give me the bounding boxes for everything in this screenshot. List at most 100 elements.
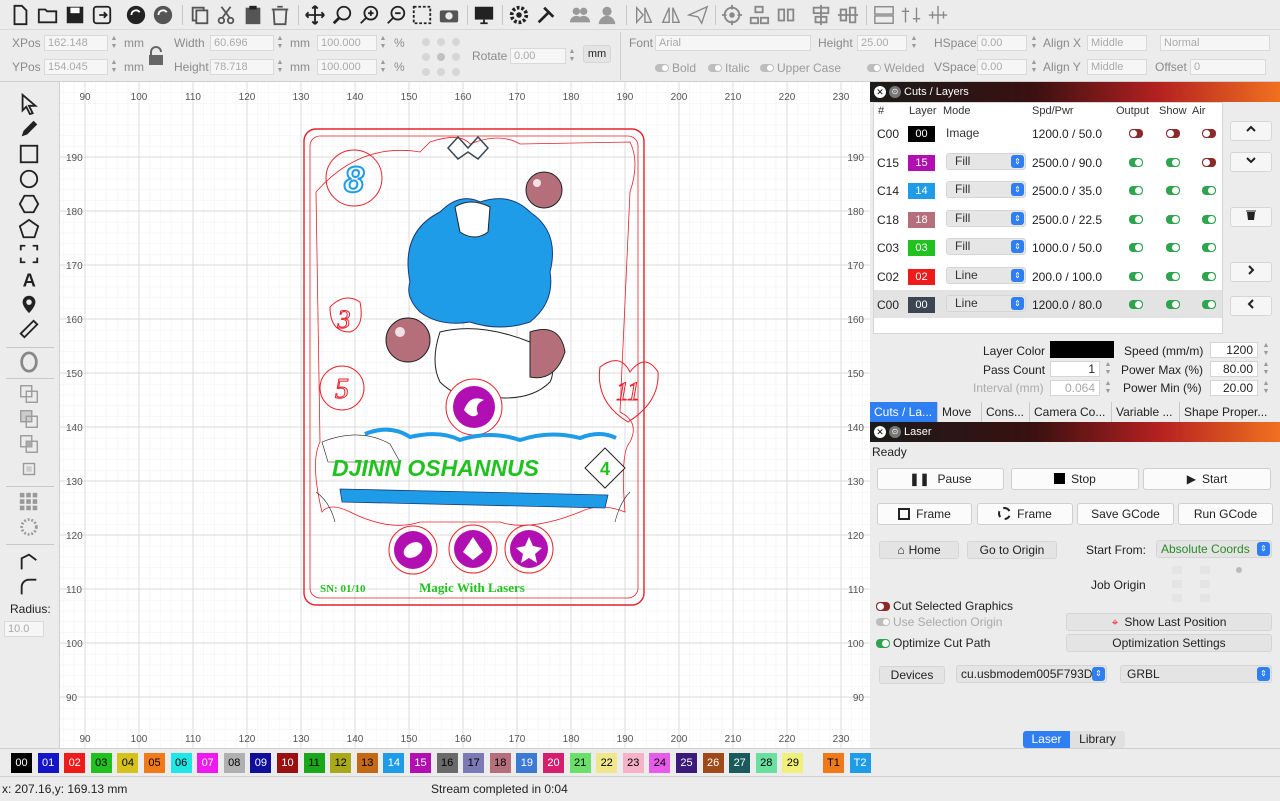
table-row[interactable]: C03 03 Fill ⇕ 1000.0 / 50.0 [874, 233, 1222, 261]
power-max-stepper[interactable]: ▲ ▼ [1262, 361, 1270, 377]
settings-icon[interactable] [507, 3, 531, 27]
optimization-settings-button[interactable]: Optimization Settings [1066, 634, 1272, 652]
font-select[interactable]: Arial [655, 35, 811, 51]
air-toggle[interactable] [1202, 129, 1216, 138]
power-max-field[interactable]: 80.00 [1210, 361, 1258, 377]
design-canvas[interactable]: 90 100 110 120 130 140 150 160 170 180 190 200 210 22… [60, 82, 870, 748]
output-toggle[interactable] [1129, 214, 1143, 224]
palette-swatch[interactable]: 04 [117, 753, 139, 773]
show-toggle[interactable] [1166, 214, 1180, 224]
power-min-stepper[interactable]: ▲ ▼ [1262, 380, 1270, 396]
hspace-stepper[interactable]: ▲ ▼ [1030, 35, 1038, 51]
table-row[interactable]: C00 00 Line ⇕ 1200.0 / 80.0 [874, 290, 1222, 318]
devices-button[interactable]: Devices [879, 666, 945, 684]
use-selection-origin-toggle[interactable]: Use Selection Origin [876, 615, 1002, 629]
lock-icon[interactable] [147, 46, 165, 66]
expand-button[interactable] [1230, 262, 1272, 282]
select-arrow-icon[interactable] [16, 92, 42, 116]
export-icon[interactable] [90, 3, 114, 27]
palette-swatch[interactable]: 27 [729, 753, 751, 773]
pause-button[interactable]: ❚❚ Pause [877, 468, 1004, 490]
ypos-field[interactable]: 154.045 [44, 59, 108, 75]
boolean-union-icon[interactable] [16, 382, 42, 406]
circle-arrow-icon[interactable] [124, 3, 148, 27]
zoom-in-icon[interactable] [357, 3, 381, 27]
output-toggle[interactable] [1129, 186, 1143, 195]
save-icon[interactable] [63, 3, 87, 27]
move-layer-up-button[interactable] [1230, 121, 1272, 141]
palette-swatch[interactable]: 08 [223, 753, 245, 773]
float-icon[interactable]: ⊙ [889, 426, 901, 438]
start-from-select[interactable]: Absolute Coords ⇕ [1156, 540, 1272, 558]
palette-swatch[interactable]: 07 [197, 753, 219, 773]
air-toggle[interactable] [1202, 243, 1216, 252]
user-icon[interactable] [595, 3, 619, 27]
target-icon[interactable] [720, 3, 744, 27]
collapse-button[interactable] [1230, 296, 1272, 316]
table-row[interactable]: C00 00 Image 1200.0 / 50.0 [874, 119, 1222, 147]
port-select[interactable]: cu.usbmodem005F793D ⇕ [956, 665, 1107, 683]
unit-toggle-button[interactable]: mm [583, 45, 611, 63]
palette-swatch[interactable]: 01 [37, 753, 59, 773]
layer-swatch[interactable]: 18 [908, 211, 935, 228]
start-button[interactable]: ▶ Start [1143, 468, 1271, 490]
frame-circle-button[interactable]: Frame [977, 503, 1073, 525]
show-toggle[interactable] [1166, 157, 1180, 167]
mirror-h-icon[interactable] [632, 3, 656, 27]
ellipse-tool-icon[interactable] [16, 167, 42, 191]
palette-swatch[interactable]: 17 [463, 753, 485, 773]
palette-swatch[interactable]: 28 [755, 753, 777, 773]
layer-swatch[interactable]: 00 [908, 297, 935, 313]
float-icon[interactable]: ⊙ [889, 86, 901, 98]
layer-mode-select[interactable]: Fill ⇕ [946, 152, 1026, 170]
offset-field[interactable]: 0 [1190, 59, 1266, 75]
layer-mode-select[interactable]: Image [946, 126, 1026, 143]
close-icon[interactable]: ✕ [874, 426, 886, 438]
distribute-icon[interactable] [774, 3, 798, 27]
boolean-intersect-icon[interactable] [16, 432, 42, 456]
palette-swatch[interactable]: 24 [649, 753, 671, 773]
layer-mode-select[interactable]: Line ⇕ [946, 295, 1026, 312]
width-stepper[interactable]: ▲ ▼ [276, 35, 284, 51]
interval-field[interactable]: 0.064 [1050, 380, 1100, 396]
air-toggle[interactable] [1202, 300, 1216, 309]
palette-swatch[interactable]: 10 [277, 753, 298, 773]
palette-swatch[interactable]: 12 [330, 753, 352, 773]
vspace-stepper[interactable]: ▲ ▼ [1030, 59, 1038, 75]
go-to-origin-button[interactable]: Go to Origin [967, 541, 1057, 559]
rotate-stepper[interactable]: ▲ ▼ [568, 48, 576, 64]
font-height-field[interactable]: 25.00 [857, 35, 907, 51]
palette-swatch[interactable]: 06 [170, 753, 192, 773]
palette-swatch[interactable]: 20 [543, 753, 564, 773]
paste-icon[interactable] [241, 3, 265, 27]
monitor-icon[interactable] [472, 3, 496, 27]
welded-toggle[interactable]: Welded [867, 61, 924, 75]
palette-swatch[interactable]: 29 [782, 753, 804, 773]
optimize-cut-path-toggle[interactable]: Optimize Cut Path [876, 636, 990, 650]
speed-field[interactable]: 1200 [1210, 342, 1258, 358]
rectangle-tool-icon[interactable] [16, 142, 42, 166]
air-toggle[interactable] [1202, 186, 1216, 195]
output-toggle[interactable] [1129, 129, 1143, 138]
show-last-position-button[interactable]: ⌖ Show Last Position [1066, 613, 1272, 631]
palette-swatch[interactable]: T2 [849, 753, 871, 773]
tab-variable-text[interactable]: Variable ... [1112, 402, 1180, 422]
alignx-select[interactable]: Middle [1087, 35, 1147, 51]
palette-swatch[interactable]: 26 [702, 753, 724, 773]
layer-swatch[interactable]: 14 [908, 183, 935, 199]
select-area-icon[interactable] [410, 3, 434, 27]
xpos-stepper[interactable]: ▲ ▼ [110, 35, 118, 51]
output-toggle[interactable] [1129, 243, 1143, 252]
boolean-subtract-icon[interactable] [16, 407, 42, 431]
boolean-exclude-icon[interactable] [16, 457, 42, 481]
air-toggle[interactable] [1202, 271, 1216, 281]
send-icon[interactable] [686, 3, 710, 27]
tab-cuts-layers[interactable]: Cuts / La... [870, 402, 938, 422]
table-row[interactable]: C15 15 Fill ⇕ 2500.0 / 90.0 [874, 148, 1222, 176]
zoom-out-icon[interactable] [384, 3, 408, 27]
air-toggle[interactable] [1202, 214, 1216, 224]
layer-mode-select[interactable]: Line ⇕ [946, 266, 1026, 284]
width-field[interactable]: 60.696 [210, 35, 274, 51]
canvas-drawing[interactable]: 90 100 110 120 130 140 150 160 170 180 190 200 210 22… [60, 82, 870, 748]
palette-swatch[interactable]: 16 [436, 753, 458, 773]
